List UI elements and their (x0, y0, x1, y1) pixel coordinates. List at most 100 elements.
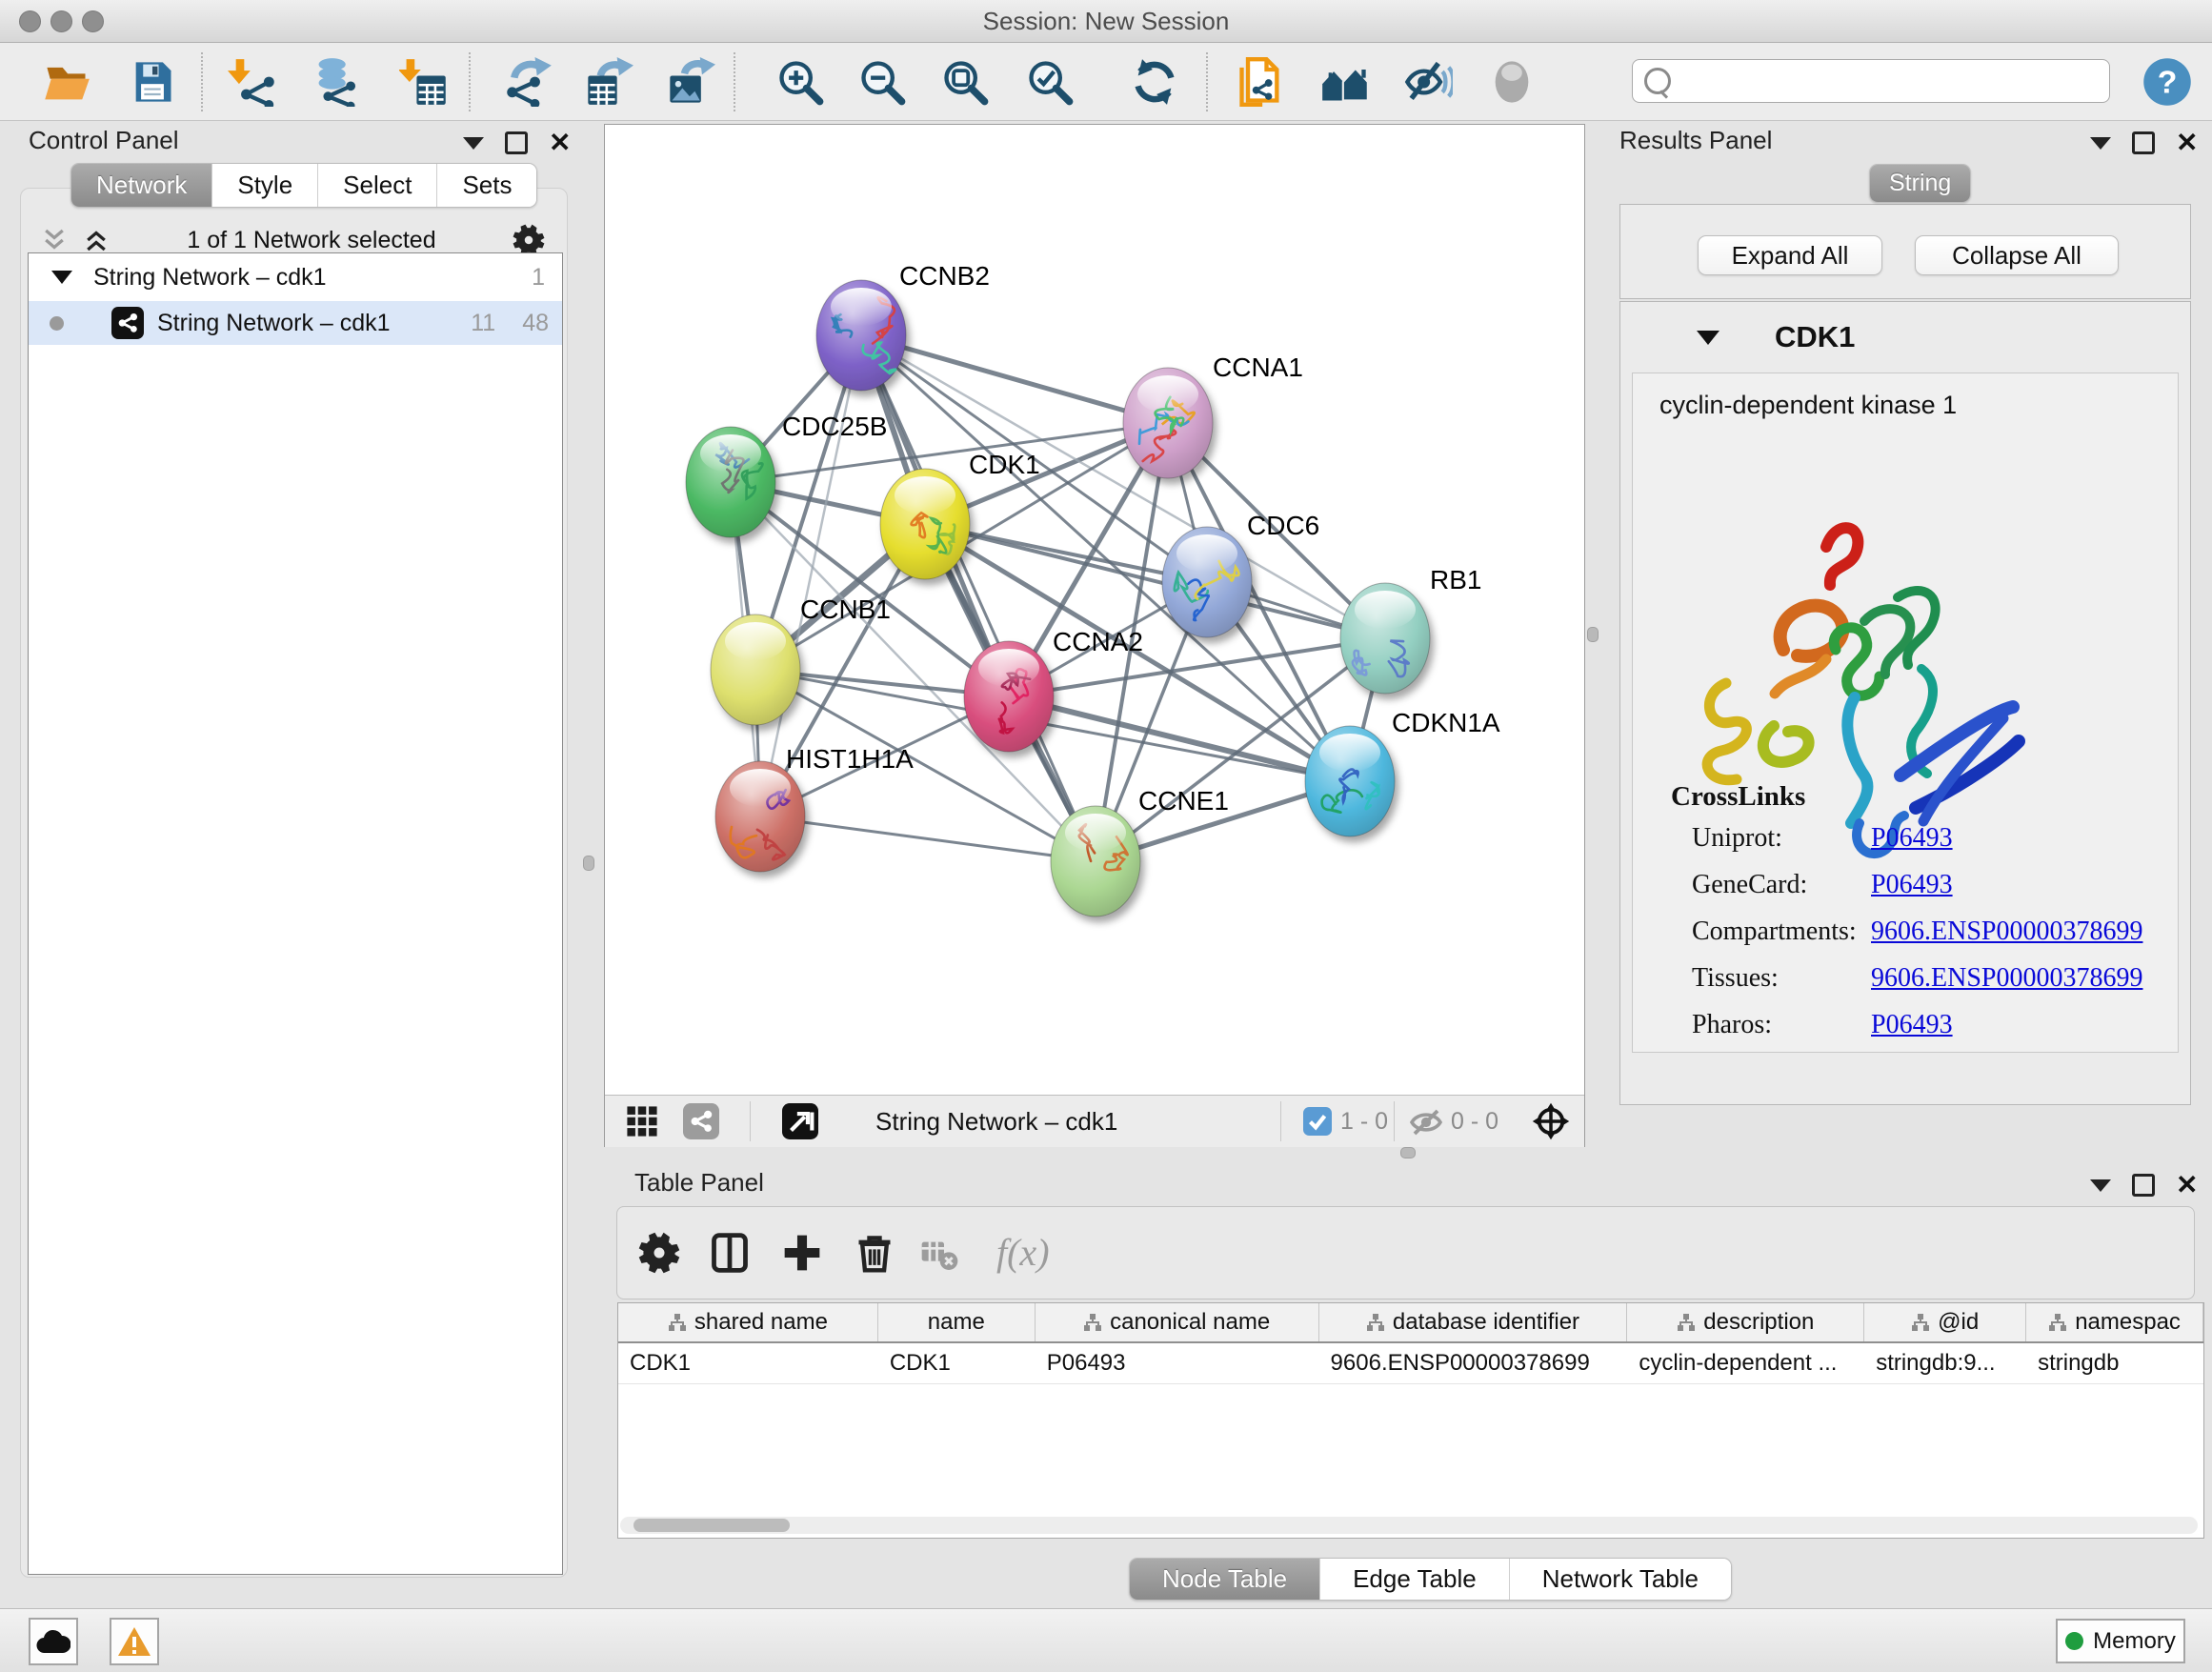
table-cell[interactable]: CDK1 (878, 1343, 1036, 1383)
export-network-icon[interactable] (503, 56, 554, 108)
tab-network[interactable]: Network (71, 164, 211, 207)
network-node-ccnb1[interactable] (711, 614, 800, 725)
tab-sets[interactable]: Sets (436, 164, 536, 207)
fit-content-crosshair-icon[interactable] (1531, 1101, 1571, 1141)
vertical-splitter-handle-left[interactable] (583, 856, 594, 871)
horizontal-scrollbar[interactable] (620, 1517, 2198, 1534)
tab-select[interactable]: Select (317, 164, 436, 207)
table-gear-icon[interactable] (638, 1232, 680, 1274)
horizontal-splitter-handle[interactable] (1400, 1147, 1416, 1158)
import-table-icon[interactable] (398, 56, 450, 108)
network-edge[interactable] (861, 335, 1096, 861)
export-image-icon[interactable] (665, 56, 716, 108)
panel-close-icon[interactable]: ✕ (549, 134, 571, 151)
network-edge[interactable] (925, 524, 1385, 638)
column-header-shared-name[interactable]: shared name (618, 1303, 878, 1341)
column-header-namespac[interactable]: namespac (2026, 1303, 2203, 1341)
network-node-rb1[interactable] (1340, 583, 1430, 694)
selected-checkbox-icon[interactable] (1303, 1107, 1332, 1136)
open-session-icon[interactable] (41, 56, 92, 108)
collapse-all-button[interactable]: Collapse All (1915, 235, 2119, 275)
search-input[interactable] (1632, 59, 2110, 103)
expand-all-button[interactable]: Expand All (1698, 235, 1882, 275)
window-zoom-button[interactable] (82, 10, 104, 32)
panel-close-icon[interactable]: ✕ (2176, 1177, 2198, 1194)
collapse-all-icon[interactable] (40, 226, 69, 254)
network-node-ccna1[interactable] (1123, 368, 1213, 478)
table-cell[interactable]: P06493 (1036, 1343, 1319, 1383)
column-header-database-identifier[interactable]: database identifier (1319, 1303, 1628, 1341)
network-collection-row[interactable]: String Network – cdk1 1 (29, 255, 562, 299)
import-network-database-icon[interactable] (311, 56, 362, 108)
collapse-section-icon[interactable] (1697, 331, 1719, 345)
window-close-button[interactable] (19, 10, 41, 32)
table-cell[interactable]: stringdb (2026, 1343, 2203, 1383)
table-cell[interactable]: 9606.ENSP00000378699 (1319, 1343, 1628, 1383)
column-header-name[interactable]: name (878, 1303, 1036, 1341)
panel-float-icon[interactable] (2132, 1174, 2155, 1197)
search-text-field[interactable] (1679, 67, 2109, 95)
network-node-cdkn1a[interactable] (1305, 726, 1395, 836)
column-header-description[interactable]: description (1627, 1303, 1864, 1341)
panel-menu-icon[interactable] (463, 137, 484, 150)
crosslink-value-link[interactable]: P06493 (1871, 1010, 1953, 1040)
show-columns-icon[interactable] (709, 1232, 751, 1274)
memory-button[interactable]: Memory (2056, 1619, 2185, 1663)
table-cell[interactable]: cyclin-dependent ... (1627, 1343, 1864, 1383)
network-node-cdc25b[interactable] (686, 427, 775, 537)
home-layout-icon[interactable] (1319, 56, 1371, 108)
network-row-selected[interactable]: String Network – cdk1 11 48 (29, 301, 562, 345)
network-node-cdk1[interactable] (880, 469, 970, 579)
expand-all-icon[interactable] (82, 226, 111, 254)
panel-float-icon[interactable] (2132, 131, 2155, 154)
refresh-layout-icon[interactable] (1129, 56, 1180, 108)
network-node-ccne1[interactable] (1051, 806, 1140, 917)
zoom-out-icon[interactable] (856, 56, 908, 108)
table-cell[interactable]: CDK1 (618, 1343, 878, 1383)
panel-menu-icon[interactable] (2090, 137, 2111, 150)
panel-float-icon[interactable] (505, 131, 528, 154)
import-network-file-icon[interactable] (227, 56, 278, 108)
window-minimize-button[interactable] (50, 10, 72, 32)
network-node-ccna2[interactable] (964, 641, 1054, 752)
zoom-selected-icon[interactable] (1024, 56, 1076, 108)
tab-network-table[interactable]: Network Table (1509, 1559, 1731, 1600)
zoom-in-icon[interactable] (774, 56, 826, 108)
column-header-canonical-name[interactable]: canonical name (1036, 1303, 1319, 1341)
tab-edge-table[interactable]: Edge Table (1319, 1559, 1509, 1600)
panel-close-icon[interactable]: ✕ (2176, 134, 2198, 151)
network-canvas[interactable]: CCNB2CCNA1CDC25BCDK1CDC6RB1CCNB1CCNA2CDK… (605, 125, 1584, 1094)
add-column-icon[interactable] (781, 1232, 823, 1274)
crosslink-value-link[interactable]: P06493 (1871, 823, 1953, 854)
network-edge[interactable] (760, 816, 1096, 861)
gear-icon[interactable] (513, 224, 545, 256)
zoom-fit-icon[interactable] (939, 56, 991, 108)
string-import-icon[interactable] (1235, 56, 1286, 108)
panel-menu-icon[interactable] (2090, 1179, 2111, 1192)
vertical-splitter-handle-right[interactable] (1587, 627, 1599, 642)
warning-button[interactable] (110, 1618, 159, 1665)
column-header--id[interactable]: @id (1864, 1303, 2026, 1341)
tab-node-table[interactable]: Node Table (1130, 1559, 1319, 1600)
delete-column-icon[interactable] (854, 1232, 895, 1274)
birdseye-view-icon[interactable] (782, 1103, 818, 1139)
network-node-hist1h1a[interactable] (715, 761, 805, 872)
hide-labels-icon[interactable] (1402, 56, 1454, 108)
network-node-ccnb2[interactable] (816, 280, 906, 391)
save-session-icon[interactable] (127, 56, 178, 108)
table-row[interactable]: CDK1CDK1P064939606.ENSP00000378699cyclin… (618, 1343, 2203, 1384)
protein-card-header[interactable]: CDK1 (1620, 302, 2190, 373)
crosslink-value-link[interactable]: 9606.ENSP00000378699 (1871, 917, 2142, 947)
crosslink-value-link[interactable]: 9606.ENSP00000378699 (1871, 963, 2142, 994)
hidden-eye-icon[interactable] (1409, 1105, 1443, 1139)
network-node-cdc6[interactable] (1162, 527, 1252, 637)
tab-string[interactable]: String (1870, 165, 1970, 202)
crosslink-value-link[interactable]: P06493 (1871, 870, 1953, 900)
glass-effect-icon[interactable] (1486, 56, 1538, 108)
tree-expand-icon[interactable] (51, 271, 72, 284)
help-icon[interactable]: ? (2142, 56, 2193, 108)
table-cell[interactable]: stringdb:9... (1864, 1343, 2026, 1383)
tab-style[interactable]: Style (211, 164, 317, 207)
cloud-button[interactable] (29, 1618, 78, 1665)
export-table-icon[interactable] (583, 56, 634, 108)
